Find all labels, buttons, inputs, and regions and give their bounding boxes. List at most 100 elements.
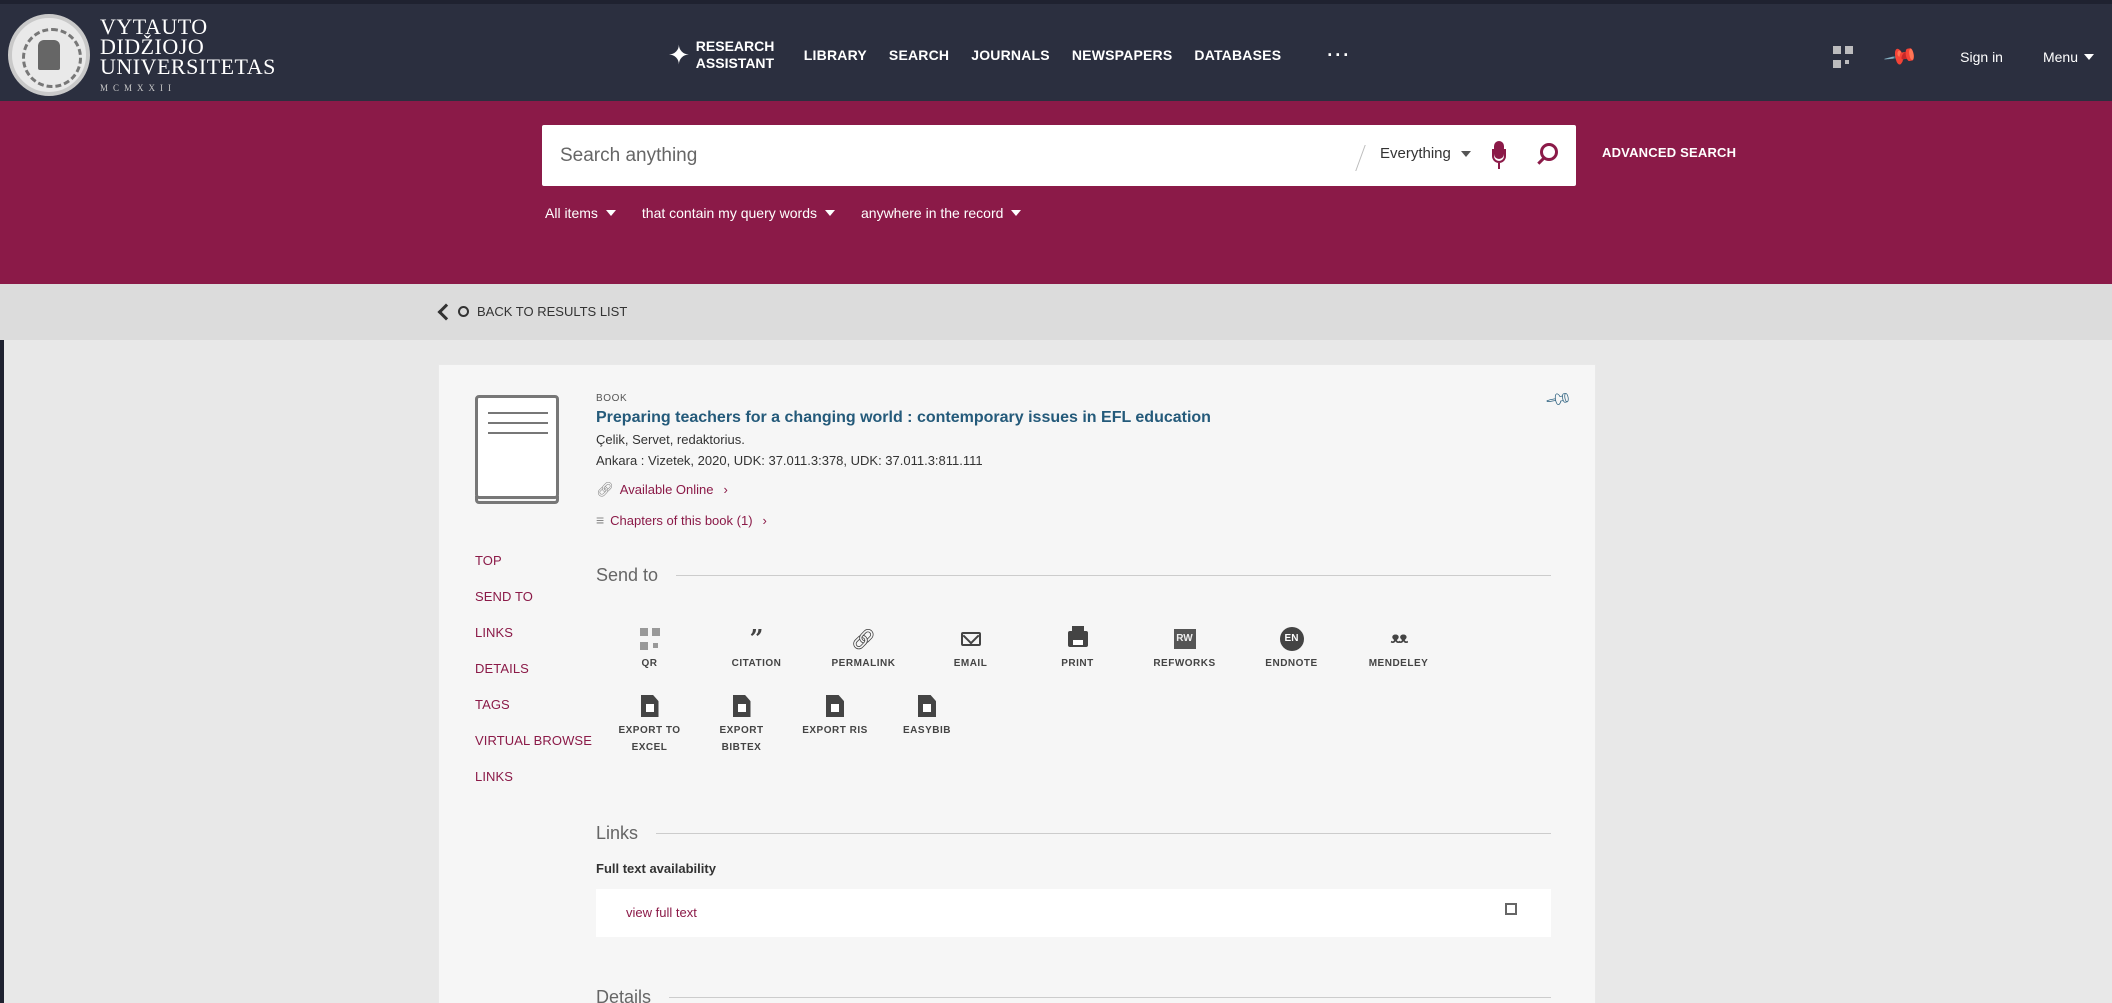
qr-label: QR (641, 658, 658, 669)
export-bibtex-label: EXPORT BIBTEX (719, 725, 764, 753)
advanced-search-link[interactable]: ADVANCED SEARCH (1602, 145, 1736, 160)
link-icon: 🔗︎ (596, 481, 614, 497)
back-bar: BACK TO RESULTS LIST (0, 284, 2112, 340)
research-assistant-link[interactable]: ✦ RESEARCH ASSISTANT (668, 38, 778, 72)
divider (676, 575, 1551, 576)
search-scope-label: Everything (1380, 145, 1451, 162)
excel-file-icon (640, 695, 659, 717)
view-full-text-link[interactable]: view full text (626, 905, 697, 920)
qr-code-icon[interactable] (1832, 46, 1853, 68)
filter-all-items[interactable]: All items (545, 205, 616, 221)
logo-founding-year: MCMXXII (100, 83, 177, 93)
section-nav-links[interactable]: LINKS (475, 625, 592, 641)
section-nav: TOP SEND TO LINKS DETAILS TAGS VIRTUAL B… (475, 553, 592, 785)
menu-label: Menu (2042, 49, 2078, 65)
available-online-link[interactable]: 🔗︎ Available Online › (596, 481, 1211, 498)
refworks-icon: RW (1173, 629, 1196, 649)
links-heading: Links (596, 823, 1551, 844)
full-text-availability-label: Full text availability (596, 861, 716, 876)
record-summary: BOOK Preparing teachers for a changing w… (596, 393, 1211, 528)
citation-button[interactable]: ” CITATION (703, 625, 810, 672)
citation-label: CITATION (731, 658, 782, 669)
section-nav-details[interactable]: DETAILS (475, 661, 592, 677)
nav-journals[interactable]: JOURNALS (971, 47, 1050, 63)
print-button[interactable]: PRINT (1024, 625, 1131, 672)
nav-newspapers[interactable]: NEWSPAPERS (1072, 47, 1173, 63)
external-link-icon[interactable] (1505, 903, 1517, 915)
mendeley-button[interactable]: ᴥᴥ MENDELEY (1345, 625, 1452, 672)
send-to-title: Send to (596, 565, 659, 585)
email-label: EMAIL (953, 658, 988, 669)
search-input[interactable] (560, 125, 1360, 186)
logo-line-3: UNIVERSITETAS (100, 54, 276, 79)
nav-library[interactable]: LIBRARY (804, 47, 867, 63)
section-nav-tags[interactable]: TAGS (475, 697, 592, 713)
section-nav-top[interactable]: TOP (475, 553, 592, 569)
logo-text: VYTAUTO DIDŽIOJO UNIVERSITETAS MCMXXII (100, 16, 276, 94)
chevron-right-icon: › (762, 512, 767, 528)
filter-record-location-label: anywhere in the record (861, 205, 1004, 221)
chapters-link[interactable]: ≡ Chapters of this book (1) › (596, 512, 1211, 528)
pin-icon[interactable]: 📌 (1882, 38, 1919, 75)
microphone-icon[interactable] (1492, 141, 1506, 169)
qr-icon (639, 628, 660, 650)
export-excel-button[interactable]: EXPORT TO EXCEL (596, 692, 703, 756)
back-to-results-link[interactable]: BACK TO RESULTS LIST (437, 303, 627, 320)
send-to-actions: QR ” CITATION 🔗︎ PERMALINK EMAIL PRINT R… (596, 625, 1556, 756)
full-text-row[interactable]: view full text (596, 889, 1551, 937)
filter-query-words[interactable]: that contain my query words (642, 205, 835, 221)
list-icon: ≡ (596, 512, 605, 528)
record-title[interactable]: Preparing teachers for a changing world … (596, 409, 1211, 427)
filter-record-location[interactable]: anywhere in the record (861, 205, 1022, 221)
record-author: Çelik, Servet, redaktorius. (596, 432, 745, 447)
nav-more-button[interactable]: ··· (1327, 45, 1351, 66)
filter-all-items-label: All items (545, 205, 598, 221)
menu-button[interactable]: Menu (2043, 49, 2094, 65)
university-seal-icon (8, 14, 90, 96)
caret-down-icon (1460, 150, 1471, 157)
caret-down-icon (2084, 54, 2094, 60)
research-assistant-line-2: ASSISTANT (695, 55, 775, 71)
links-title: Links (596, 823, 639, 843)
qr-button[interactable]: QR (596, 625, 703, 672)
section-nav-virtual-browse[interactable]: VIRTUAL BROWSE (475, 733, 592, 749)
chevron-left-icon (437, 303, 455, 320)
nav-databases[interactable]: DATABASES (1194, 47, 1281, 63)
mendeley-icon: ᴥᴥ (1390, 630, 1409, 647)
export-bibtex-button[interactable]: EXPORT BIBTEX (703, 692, 780, 756)
chapters-label: Chapters of this book (1) (610, 512, 753, 528)
export-excel-label: EXPORT TO EXCEL (618, 725, 681, 753)
nav-search[interactable]: SEARCH (889, 47, 949, 63)
permalink-button[interactable]: 🔗︎ PERMALINK (810, 625, 917, 672)
endnote-button[interactable]: EN ENDNOTE (1238, 625, 1345, 672)
sign-in-link[interactable]: Sign in (1960, 49, 2003, 65)
ris-file-icon (826, 695, 844, 717)
print-icon (1067, 626, 1088, 647)
caret-down-icon (605, 210, 616, 216)
book-icon[interactable] (475, 395, 559, 504)
research-assistant-label: RESEARCH ASSISTANT (696, 38, 778, 72)
caret-down-icon (825, 210, 835, 216)
search-band: Everything ADVANCED SEARCH All items tha… (0, 101, 2112, 284)
endnote-icon: EN (1279, 627, 1304, 651)
section-nav-links-2[interactable]: LINKS (475, 769, 592, 785)
university-logo[interactable]: VYTAUTO DIDŽIOJO UNIVERSITETAS MCMXXII (8, 14, 276, 96)
research-assistant-line-1: RESEARCH (695, 38, 775, 54)
permalink-label: PERMALINK (831, 658, 896, 669)
send-to-heading: Send to (596, 565, 1551, 586)
easybib-button[interactable]: EASYBIB (890, 692, 964, 756)
chevron-right-icon: › (723, 482, 728, 497)
search-box: Everything (542, 125, 1576, 186)
section-nav-send-to[interactable]: SEND TO (475, 589, 592, 605)
details-title: Details (596, 987, 652, 1003)
export-ris-button[interactable]: EXPORT RIS (780, 692, 890, 756)
divider (669, 997, 1551, 998)
search-icon[interactable] (1536, 143, 1560, 167)
email-button[interactable]: EMAIL (917, 625, 1024, 672)
caret-down-icon (1011, 210, 1022, 216)
top-navigation-bar: VYTAUTO DIDŽIOJO UNIVERSITETAS MCMXXII ✦… (0, 0, 2112, 101)
search-scope-dropdown[interactable]: Everything (1380, 145, 1471, 162)
refworks-button[interactable]: RW REFWORKS (1131, 625, 1238, 672)
record-type: BOOK (596, 393, 628, 404)
pin-record-icon[interactable]: 📌︎ (1543, 384, 1574, 414)
